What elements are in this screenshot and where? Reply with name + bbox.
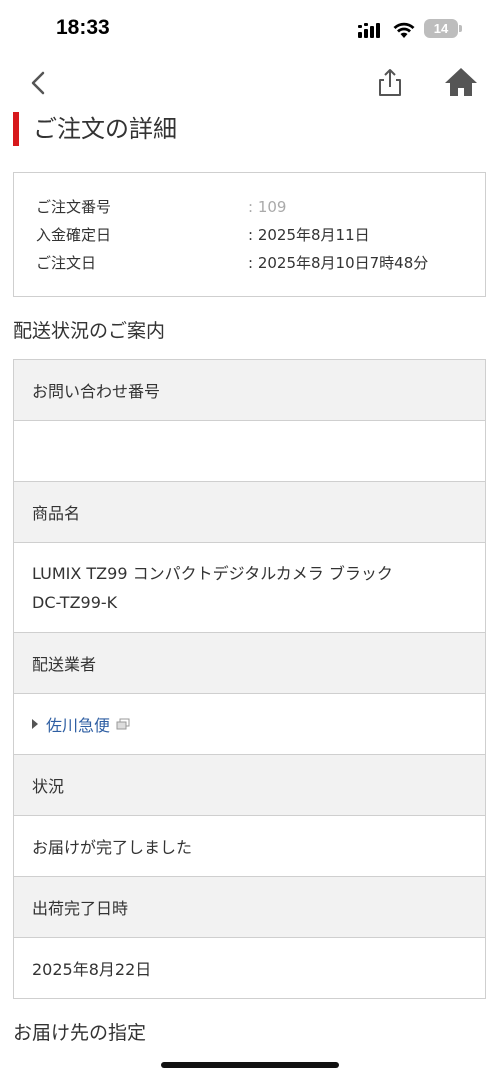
order-date-label: ご注文日 — [36, 254, 97, 272]
redaction-blur — [286, 195, 436, 219]
home-indicator[interactable] — [161, 1062, 339, 1068]
page-title: ご注文の詳細 — [13, 112, 177, 146]
order-number-label: ご注文番号 — [36, 198, 112, 216]
carrier-link[interactable]: 佐川急便 — [32, 712, 130, 736]
payment-date-label: 入金確定日 — [36, 226, 112, 244]
external-window-icon — [116, 718, 130, 730]
product-name-label: 商品名 — [14, 482, 485, 543]
shipping-table: お問い合わせ番号 商品名 LUMIX TZ99 コンパクトデジタルカメラ ブラッ… — [13, 359, 486, 999]
ship-date-label: 出荷完了日時 — [14, 877, 485, 938]
ship-date-value: 2025年8月22日 — [14, 938, 485, 999]
status-value: お届けが完了しました — [14, 816, 485, 877]
status-time: 18:33 — [56, 16, 110, 39]
inquiry-number-label: お問い合わせ番号 — [14, 360, 485, 421]
battery-icon: 14 — [424, 19, 458, 38]
order-number-value: : 109 — [248, 198, 287, 216]
shipping-heading: 配送状況のご案内 — [13, 320, 166, 342]
order-summary-box: ご注文番号 : 109 入金確定日 : 2025年8月11日 ご注文日 : 20… — [13, 172, 486, 297]
triangle-right-icon — [32, 719, 38, 729]
carrier-row: 佐川急便 — [14, 694, 485, 755]
nav-bar — [0, 58, 499, 108]
payment-date-value: : 2025年8月11日 — [248, 226, 370, 244]
carrier-value: 佐川急便 — [46, 716, 111, 735]
status-label: 状況 — [14, 755, 485, 816]
delivery-heading: お届け先の指定 — [13, 1022, 147, 1044]
battery-level: 14 — [433, 21, 449, 36]
cellular-signal-icon — [358, 23, 380, 38]
battery-tip — [459, 25, 462, 32]
chevron-left-icon[interactable] — [26, 68, 52, 98]
product-name-value: LUMIX TZ99 コンパクトデジタルカメラ ブラック DC-TZ99-K — [14, 543, 485, 633]
home-icon[interactable] — [443, 66, 479, 98]
product-name-line2: DC-TZ99-K — [32, 593, 118, 612]
order-date-value: : 2025年8月10日7時48分 — [248, 254, 429, 272]
wifi-icon — [393, 22, 415, 38]
share-icon[interactable] — [374, 66, 406, 98]
product-name-line1: LUMIX TZ99 コンパクトデジタルカメラ ブラック — [32, 564, 393, 583]
status-bar: 18:33 14 — [0, 0, 499, 58]
carrier-label: 配送業者 — [14, 633, 485, 694]
inquiry-number-value — [14, 421, 485, 482]
